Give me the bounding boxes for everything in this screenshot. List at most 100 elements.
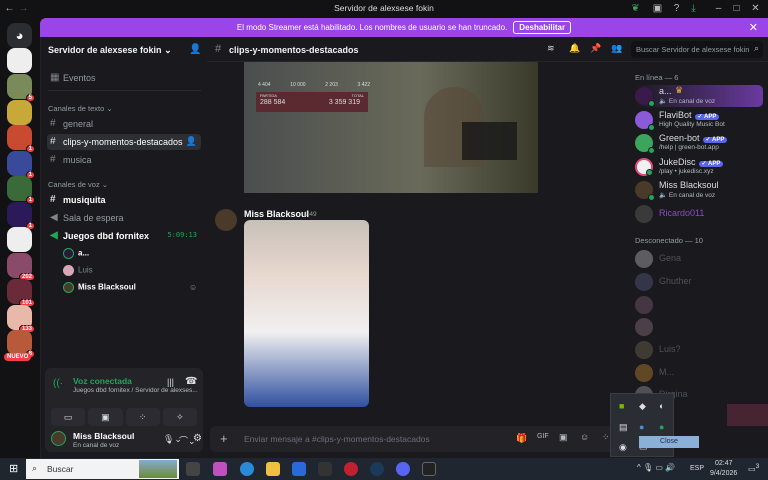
channel-general[interactable]: # general	[47, 116, 201, 132]
voice-channel-sala[interactable]: ◀ Sala de espera	[47, 210, 201, 226]
member-item[interactable]: FlaviBot ✓ APP High Quality Music Bot	[635, 109, 763, 131]
member-item[interactable]: Ghuther	[635, 271, 763, 293]
add-attachment-icon[interactable]: +	[220, 431, 228, 446]
server-icon[interactable]: 202	[7, 253, 35, 281]
server-icon[interactable]: 1	[7, 176, 35, 204]
discord-home-icon[interactable]: ◕	[7, 23, 32, 48]
server-icon[interactable]: 1	[7, 125, 35, 153]
server-icon[interactable]: 5	[7, 74, 35, 102]
soundboard-button[interactable]: ✧	[162, 408, 197, 426]
tray-app-icon[interactable]: ◆	[639, 401, 646, 412]
server-icon[interactable]: 1	[7, 202, 35, 230]
tray-app-icon[interactable]: ◐	[659, 401, 664, 411]
taskbar-search[interactable]: ⌕ Buscar	[26, 459, 179, 479]
epic-icon[interactable]	[422, 462, 436, 476]
maximize-button[interactable]: □	[731, 3, 742, 14]
mail-icon[interactable]	[292, 462, 306, 476]
steam-taskbar-icon[interactable]	[370, 462, 384, 476]
message-author[interactable]: Miss Blacksoul	[244, 209, 309, 219]
server-icon[interactable]: 133	[7, 305, 35, 333]
bell-icon[interactable]: 🔔	[569, 43, 580, 54]
app-icon[interactable]	[344, 462, 358, 476]
photo-attachment[interactable]	[244, 220, 369, 407]
explorer-icon[interactable]	[266, 462, 280, 476]
server-icon[interactable]: 101	[7, 279, 35, 307]
gif-icon[interactable]: GIF	[537, 433, 549, 440]
copilot-icon[interactable]	[213, 462, 227, 476]
close-banner-icon[interactable]: ✕	[749, 21, 758, 34]
tray-app-icon[interactable]: ●	[659, 422, 664, 432]
tray-chevron-icon[interactable]: ^ 🎙 ▭ 🔊	[637, 463, 675, 472]
leaf-icon[interactable]: ❦	[630, 3, 641, 14]
server-icon[interactable]	[7, 100, 32, 125]
pin-icon[interactable]: 📌	[590, 43, 601, 54]
member-item[interactable]	[635, 316, 763, 338]
game-screenshot-attachment[interactable]: 4 404 10 000 2 203 3 422 PARTIDA 288 584 TO…	[244, 62, 538, 193]
message-input[interactable]: Enviar mensaje a #clips-y-momentos-desta…	[244, 434, 430, 444]
edge-icon[interactable]	[240, 462, 254, 476]
task-view-icon[interactable]	[186, 462, 200, 476]
discord-taskbar-icon[interactable]	[396, 462, 410, 476]
avatar[interactable]	[215, 209, 237, 231]
member-item[interactable]: Gena	[635, 248, 763, 270]
clock-time[interactable]: 02:47	[715, 460, 733, 467]
events-link[interactable]: ▦ Eventos	[47, 70, 201, 86]
camera-button[interactable]: ▭	[51, 408, 86, 426]
store-icon[interactable]	[318, 462, 332, 476]
activities-button[interactable]: ⁘	[125, 408, 160, 426]
member-item[interactable]: JukeDisc ✓ APP /play • jukedisc.xyz	[635, 156, 763, 178]
voice-category[interactable]: Canales de voz ⌄	[48, 180, 108, 189]
search-input[interactable]: Buscar Servidor de alexsese fokin ⌕	[631, 41, 763, 58]
minimize-button[interactable]: –	[713, 3, 724, 14]
disable-streamer-button[interactable]: Deshabilitar	[513, 21, 572, 34]
gift-icon[interactable]: 🎁	[516, 433, 527, 444]
disconnect-icon[interactable]: ☎	[185, 376, 197, 387]
member-item[interactable]: Green-bot ✓ APP /help | green-bot.app	[635, 132, 763, 154]
language-indicator[interactable]: ESP	[690, 465, 704, 472]
signal-icon[interactable]: ((·	[53, 378, 63, 389]
voice-status[interactable]: Voz conectada	[73, 376, 132, 386]
download-icon[interactable]: ⤓	[688, 3, 699, 14]
close-tooltip[interactable]: Close	[639, 436, 699, 448]
invite-icon[interactable]: 👤	[189, 44, 201, 55]
server-icon[interactable]: 1	[7, 151, 35, 179]
server-name[interactable]: Servidor de alexsese fokin	[48, 45, 162, 55]
sticker-icon[interactable]: ▣	[559, 432, 568, 443]
clock-date[interactable]: 9/4/2026	[710, 470, 737, 477]
voice-user[interactable]: Luis	[63, 265, 93, 276]
member-item[interactable]: Miss Blacksoul 🔈 En canal de voz	[635, 179, 763, 201]
voice-location[interactable]: Juegos dbd fornitex / Servidor de alexse…	[73, 387, 198, 394]
member-item[interactable]: M...	[635, 362, 763, 384]
channel-musica[interactable]: # musica	[47, 152, 201, 168]
threads-icon[interactable]: ≋	[547, 43, 555, 54]
steam-icon[interactable]: ●	[639, 422, 644, 432]
avatar[interactable]	[51, 431, 66, 446]
emoji-icon[interactable]: ☺	[580, 432, 589, 442]
user-name[interactable]: Miss Blacksoul	[73, 431, 134, 441]
member-item[interactable]: Luis?	[635, 339, 763, 361]
nvidia-icon[interactable]: ■	[619, 401, 624, 411]
server-icon[interactable]	[7, 48, 32, 73]
notifications-icon[interactable]: ▭3	[748, 463, 759, 474]
server-icon[interactable]: 8	[7, 330, 35, 358]
voice-user[interactable]: Miss Blacksoul	[63, 282, 136, 293]
tray-app-icon[interactable]: ▤	[619, 422, 628, 433]
server-icon[interactable]	[7, 227, 32, 252]
channel-musiquita[interactable]: # musiquita	[47, 192, 201, 208]
text-category[interactable]: Canales de texto ⌄	[48, 104, 113, 113]
screen-share-icon[interactable]: ▣	[652, 3, 663, 14]
apps-icon[interactable]: ⁘	[602, 432, 610, 443]
add-member-icon[interactable]: 👤	[186, 136, 197, 147]
member-item[interactable]: Ricardo011	[635, 203, 763, 225]
channel-clips[interactable]: # clips-y-momentos-destacados 👤	[47, 134, 201, 150]
share-screen-button[interactable]: ▣	[88, 408, 123, 426]
help-icon[interactable]: ?	[671, 3, 682, 14]
voice-user[interactable]: a...	[63, 248, 89, 259]
member-item[interactable]: a... ♛ 🔈 En canal de voz	[635, 85, 763, 107]
voice-channel-juegos[interactable]: ◀ Juegos dbd fornitex 5:09:13	[47, 228, 201, 244]
close-window-button[interactable]: ✕	[750, 3, 761, 14]
settings-icon[interactable]: ⚙	[193, 433, 202, 444]
noise-suppression-icon[interactable]: |||	[167, 377, 174, 387]
tray-app-icon[interactable]: ◉	[619, 442, 627, 453]
start-icon[interactable]: ⊞	[9, 462, 18, 475]
